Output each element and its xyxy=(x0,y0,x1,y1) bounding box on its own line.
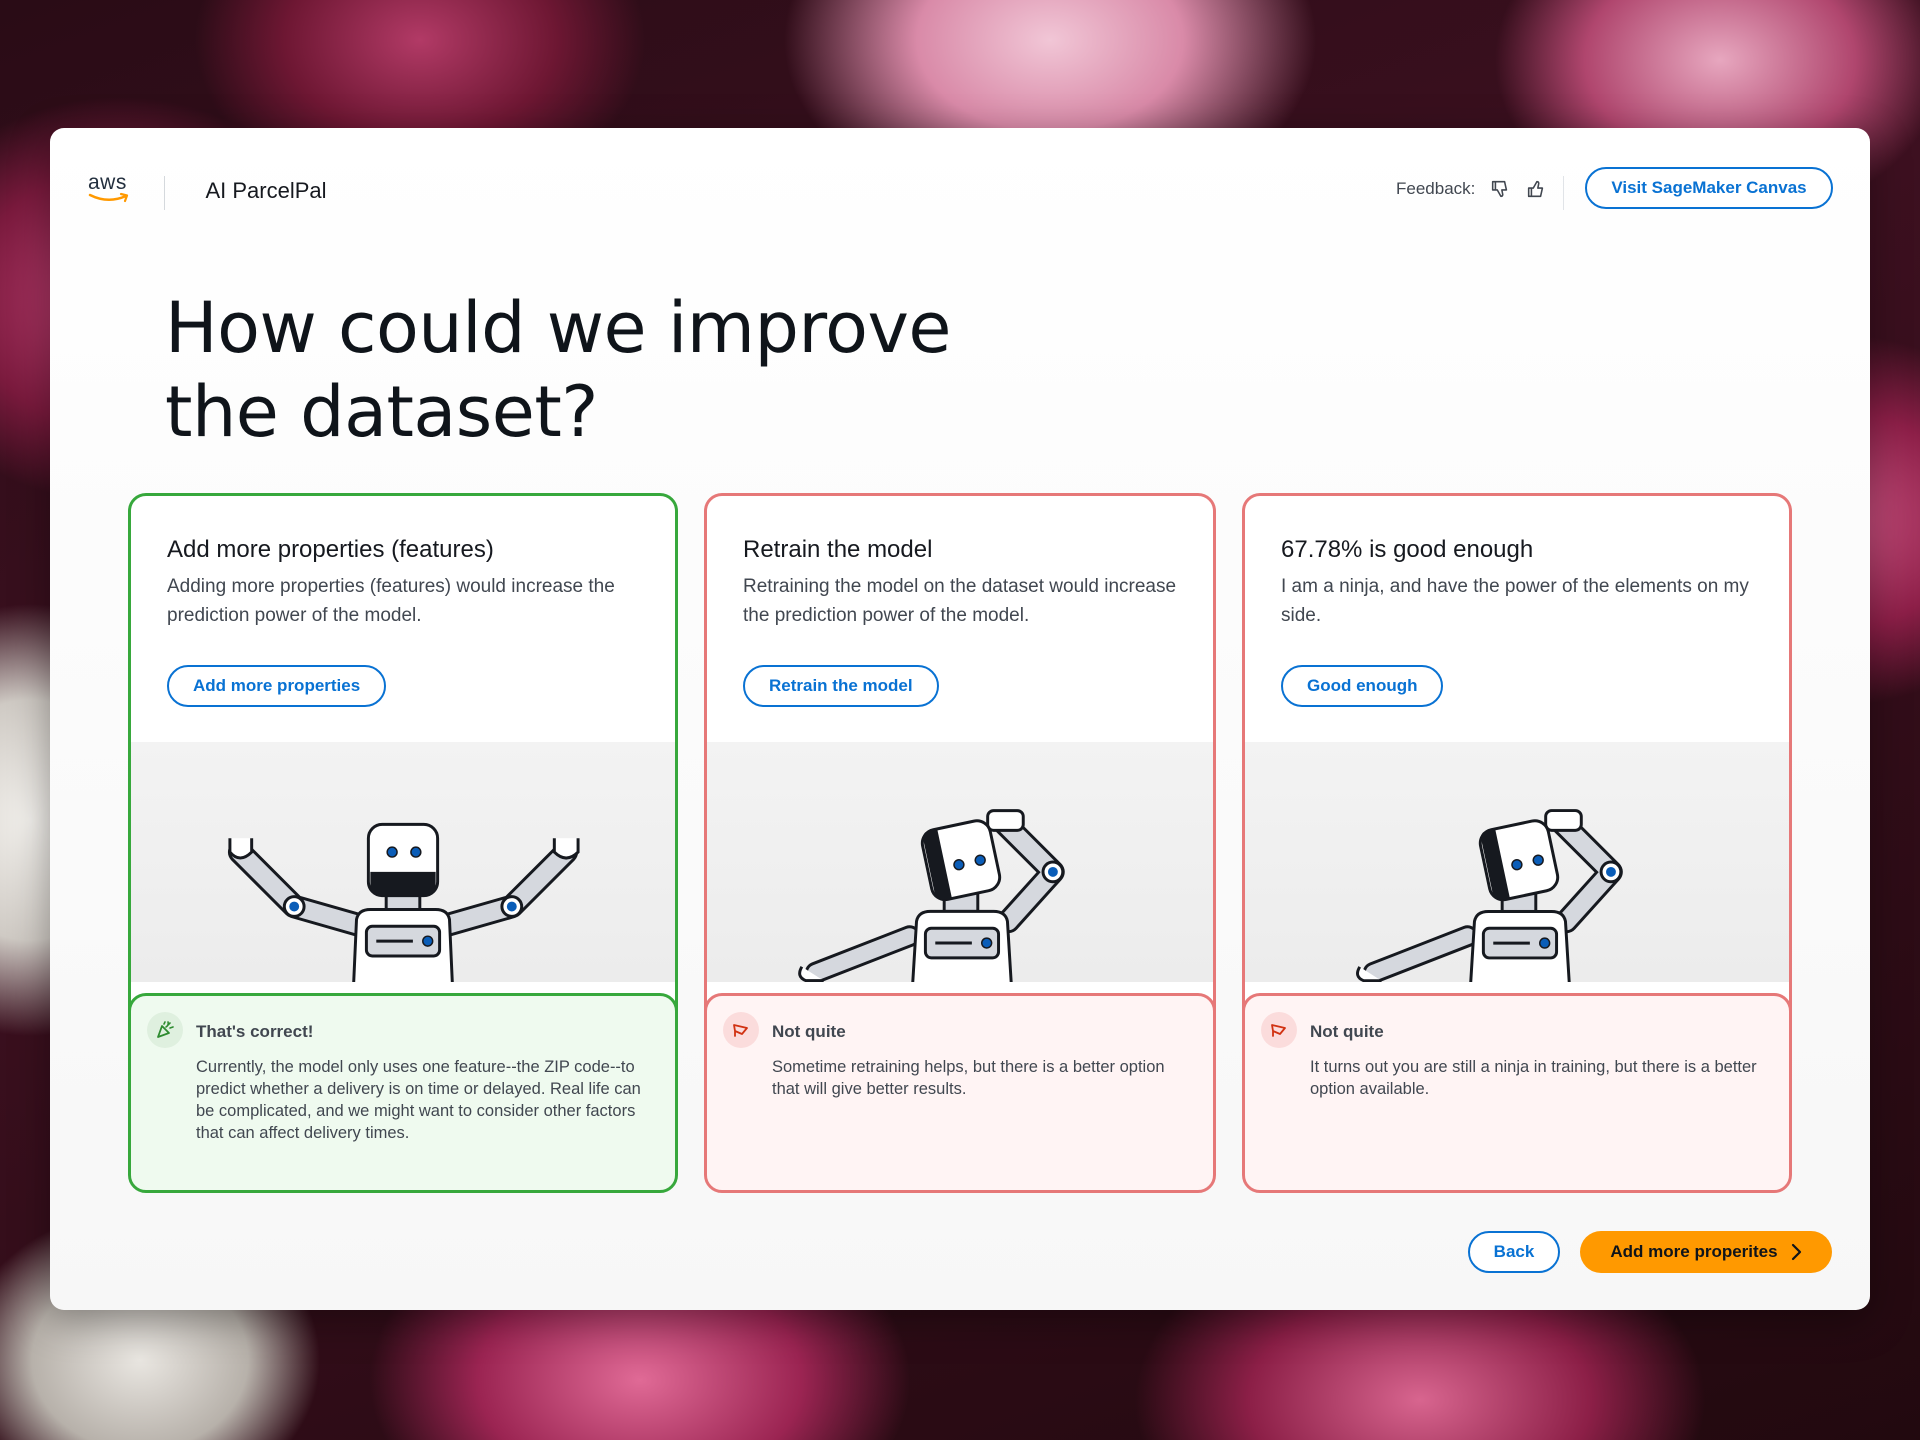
app-title: AI ParcelPal xyxy=(205,178,327,203)
megaphone-icon xyxy=(723,1012,759,1048)
megaphone-icon xyxy=(1261,1012,1297,1048)
robot-illustration-head-scratch xyxy=(707,742,1213,982)
visit-sagemaker-canvas-button[interactable]: Visit SageMaker Canvas xyxy=(1585,167,1833,209)
feedback-box-incorrect: Not quite It turns out you are still a n… xyxy=(1245,993,1789,1190)
feedback-heading: That's correct! xyxy=(196,1022,314,1041)
thumbs-down-icon[interactable] xyxy=(1489,178,1511,200)
aws-smile-icon xyxy=(88,192,129,203)
option-card-add-properties: Add more properties (features) Adding mo… xyxy=(128,493,678,1193)
aws-logo: aws xyxy=(88,172,138,206)
card-title: 67.78% is good enough xyxy=(1281,536,1534,563)
card-description: Adding more properties (features) would … xyxy=(167,576,615,626)
page-title: How could we improve the dataset? xyxy=(165,286,1065,454)
feedback-text: Sometime retraining helps, but there is … xyxy=(772,1058,1165,1098)
card-title: Add more properties (features) xyxy=(167,536,494,563)
feedback-group: Feedback: xyxy=(1396,178,1547,200)
feedback-heading: Not quite xyxy=(1310,1022,1384,1041)
feedback-box-incorrect: Not quite Sometime retraining helps, but… xyxy=(707,993,1213,1190)
feedback-label: Feedback: xyxy=(1396,179,1476,198)
feedback-text: Currently, the model only uses one featu… xyxy=(196,1058,641,1142)
main-panel: aws AI ParcelPal Feedback: Visit SageMak… xyxy=(50,128,1870,1310)
retrain-the-model-button[interactable]: Retrain the model xyxy=(743,665,939,707)
good-enough-button[interactable]: Good enough xyxy=(1281,665,1444,707)
feedback-heading: Not quite xyxy=(772,1022,846,1041)
robot-illustration-head-scratch xyxy=(1245,742,1789,982)
card-description: I am a ninja, and have the power of the … xyxy=(1281,576,1749,626)
option-card-retrain: Retrain the model Retraining the model o… xyxy=(704,493,1216,1193)
robot-arms-up-icon xyxy=(227,822,580,982)
option-card-good-enough: 67.78% is good enough I am a ninja, and … xyxy=(1242,493,1792,1193)
thumbs-up-icon[interactable] xyxy=(1525,178,1547,200)
feedback-text: It turns out you are still a ninja in tr… xyxy=(1310,1058,1757,1098)
page-title-line1: How could we improve xyxy=(165,287,951,369)
back-button[interactable]: Back xyxy=(1468,1231,1560,1273)
robot-head-scratch-icon xyxy=(798,809,1065,982)
page-title-line2: the dataset? xyxy=(165,371,598,453)
add-more-properties-next-button[interactable]: Add more properites xyxy=(1580,1231,1832,1273)
card-title: Retrain the model xyxy=(743,536,933,563)
robot-head-scratch-icon xyxy=(1356,809,1623,982)
add-more-properties-button[interactable]: Add more properties xyxy=(167,665,387,707)
robot-illustration-arms-up xyxy=(131,742,675,982)
chevron-right-icon xyxy=(1791,1243,1801,1261)
feedback-box-correct: That's correct! Currently, the model onl… xyxy=(131,993,675,1190)
next-button-label: Add more properites xyxy=(1610,1242,1778,1261)
card-description: Retraining the model on the dataset woul… xyxy=(743,576,1177,626)
header-divider xyxy=(1563,176,1564,210)
aws-logo-text: aws xyxy=(88,171,127,194)
header: aws AI ParcelPal Feedback: Visit SageMak… xyxy=(50,128,1870,248)
header-divider xyxy=(164,176,165,210)
party-popper-icon xyxy=(147,1012,183,1048)
